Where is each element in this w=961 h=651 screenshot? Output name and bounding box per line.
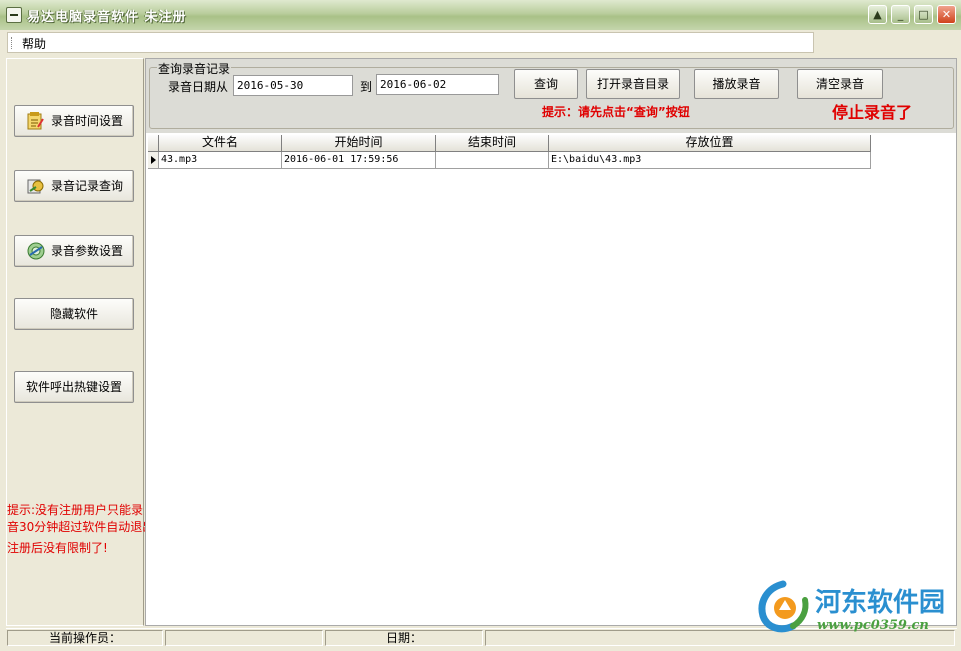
hide-software-button[interactable]: 隐藏软件 — [14, 298, 134, 330]
clear-recordings-button[interactable]: 清空录音 — [797, 69, 883, 99]
hotkey-settings-button[interactable]: 软件呼出热键设置 — [14, 371, 134, 403]
clock-settings-icon — [27, 112, 44, 130]
column-header-start-time[interactable]: 开始时间 — [282, 135, 436, 152]
status-date-label: 日期： — [325, 630, 483, 646]
button-label: 录音记录查询 — [51, 179, 124, 193]
query-hint: 提示：请先点击“查询”按钮 — [542, 105, 690, 119]
minimize-button[interactable]: _ — [891, 5, 910, 24]
main-panel: 查询录音记录 录音日期从 2016-05-30 到 2016-06-02 查询 … — [145, 58, 957, 626]
table-cell-end-time[interactable] — [436, 152, 549, 169]
status-operator-value — [165, 630, 323, 646]
column-header-end-time[interactable]: 结束时间 — [436, 135, 549, 152]
search-records-icon — [27, 179, 44, 194]
button-label: 隐藏软件 — [49, 307, 98, 321]
menu-grip-icon[interactable] — [11, 37, 14, 49]
watermark-url: www.pc0359.cn — [817, 618, 929, 633]
registration-note-line-2: 音30分钟超过软件自动退出 — [7, 520, 145, 534]
registration-note-line-3: 注册后没有限制了! — [7, 541, 108, 555]
table-cell-start-time[interactable]: 2016-06-01 17:59:56 — [282, 152, 436, 169]
button-label: 录音时间设置 — [51, 114, 124, 128]
left-panel: 录音时间设置 录音记录查询 录音参数设置 隐藏软件 软件呼出热键设置 提示:没有… — [6, 58, 145, 626]
button-label: 录音参数设置 — [51, 244, 124, 258]
column-header-location[interactable]: 存放位置 — [549, 135, 871, 152]
watermark: 河东软件园 www.pc0359.cn — [755, 578, 955, 638]
recording-time-settings-button[interactable]: 录音时间设置 — [14, 105, 134, 137]
open-recording-directory-button[interactable]: 打开录音目录 — [586, 69, 680, 99]
recording-parameter-settings-button[interactable]: 录音参数设置 — [14, 235, 134, 267]
window-title: 易达电脑录音软件 未注册 — [27, 10, 187, 25]
date-to-input[interactable]: 2016-06-02 — [376, 74, 499, 95]
recording-records-query-button[interactable]: 录音记录查询 — [14, 170, 134, 202]
status-operator-label: 当前操作员： — [7, 630, 163, 646]
title-bar[interactable]: 易达电脑录音软件 未注册 ▲ _ □ ✕ — [0, 0, 961, 31]
column-header-filename[interactable]: 文件名 — [159, 135, 282, 152]
row-indicator-header — [148, 135, 159, 152]
button-label: 软件呼出热键设置 — [25, 380, 122, 394]
table-cell-location[interactable]: E:\baidu\43.mp3 — [549, 152, 871, 169]
date-from-input[interactable]: 2016-05-30 — [233, 75, 353, 96]
menu-bar: 帮助 — [0, 30, 961, 56]
system-menu-icon[interactable] — [6, 7, 22, 23]
query-section: 查询录音记录 录音日期从 2016-05-30 到 2016-06-02 查询 … — [146, 59, 956, 133]
watermark-name: 河东软件园 — [815, 588, 946, 618]
watermark-logo-icon — [758, 580, 809, 633]
close-button[interactable]: ✕ — [937, 5, 956, 24]
date-to-label: 到 — [360, 80, 373, 94]
menu-strip: 帮助 — [7, 32, 814, 53]
play-recording-button[interactable]: 播放录音 — [694, 69, 779, 99]
registration-note-line-1: 提示:没有注册用户只能录 — [7, 503, 144, 517]
query-group-title: 查询录音记录 — [157, 62, 232, 76]
query-button[interactable]: 查询 — [514, 69, 578, 99]
date-from-label: 录音日期从 — [168, 80, 229, 94]
recording-status-message: 停止录音了 — [832, 103, 913, 122]
menu-help[interactable]: 帮助 — [22, 35, 46, 52]
current-row-indicator-icon[interactable] — [148, 152, 159, 169]
parameter-settings-icon — [27, 242, 45, 260]
restore-up-button[interactable]: ▲ — [868, 5, 887, 24]
table-cell-filename[interactable]: 43.mp3 — [159, 152, 282, 169]
maximize-button[interactable]: □ — [914, 5, 933, 24]
